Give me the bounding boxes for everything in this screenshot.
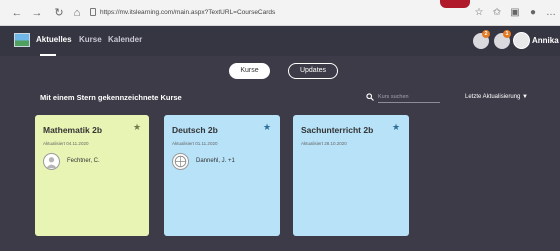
updates-toggle-button[interactable]: Updates (288, 63, 338, 79)
course-updated: Aktualisiert 01.11.2020 (172, 141, 218, 146)
tab-kurse[interactable]: Kurse (79, 35, 102, 44)
home-icon[interactable]: ⌂ (70, 6, 84, 20)
itslearning-logo-icon[interactable] (14, 33, 30, 47)
course-title: Mathematik 2b (43, 125, 103, 135)
course-card-deutsch[interactable]: Deutsch 2b ★ Aktualisiert 01.11.2020 Dan… (164, 115, 280, 236)
star-icon[interactable]: ★ (133, 123, 141, 132)
chevron-down-icon: ▼ (522, 94, 528, 100)
browser-toolbar: ← → ↻ ⌂ https://mv.itslearning.com/main.… (0, 0, 560, 26)
address-bar[interactable]: https://mv.itslearning.com/main.aspx?Tex… (88, 4, 458, 22)
active-tab-indicator (40, 54, 56, 56)
reload-icon[interactable]: ↻ (52, 6, 66, 20)
app-header: Aktuelles Kurse Kalender 2 1 Annika (0, 26, 560, 56)
tab-aktuelles[interactable]: Aktuelles (36, 35, 72, 44)
sort-label: Letzte Aktualisierung (465, 94, 521, 100)
teacher-avatar (172, 153, 189, 170)
course-title: Deutsch 2b (172, 125, 218, 135)
tab-kalender[interactable]: Kalender (108, 35, 142, 44)
user-avatar[interactable] (513, 32, 530, 49)
search-icon (366, 93, 374, 101)
course-title: Sachunterricht 2b (301, 125, 374, 135)
course-card-sachunterricht[interactable]: Sachunterricht 2b ★ Aktualisiert 28.10.2… (293, 115, 409, 236)
favorite-icon[interactable]: ☆ (472, 6, 486, 20)
notification-badge: 2 (482, 30, 490, 38)
sort-dropdown[interactable]: Letzte Aktualisierung ▼ (465, 94, 528, 100)
collections-icon[interactable]: ▣ (508, 6, 522, 20)
teacher-name: Fechtner, C. (67, 158, 100, 164)
profile-icon[interactable]: ● (526, 6, 540, 20)
courses-toggle-button[interactable]: Kurse (229, 63, 270, 79)
red-tab-marker (440, 0, 470, 8)
teacher-avatar (43, 153, 60, 170)
back-icon[interactable]: ← (10, 6, 24, 20)
favorites-bar-icon[interactable]: ✩ (490, 6, 504, 20)
course-search-input[interactable] (378, 92, 440, 103)
user-name[interactable]: Annika (532, 36, 559, 45)
teacher-name: Dannehl, J. +1 (196, 158, 235, 164)
messages-badge: 1 (503, 30, 511, 38)
forward-icon[interactable]: → (30, 6, 44, 20)
course-card-mathematik[interactable]: Mathematik 2b ★ Aktualisiert 04.11.2020 … (35, 115, 149, 236)
star-icon[interactable]: ★ (263, 123, 271, 132)
star-icon[interactable]: ★ (392, 123, 400, 132)
more-icon[interactable]: … (544, 6, 558, 20)
course-updated: Aktualisiert 04.11.2020 (43, 141, 89, 146)
course-updated: Aktualisiert 28.10.2020 (301, 141, 347, 146)
section-title: Mit einem Stern gekennzeichnete Kurse (40, 93, 182, 102)
